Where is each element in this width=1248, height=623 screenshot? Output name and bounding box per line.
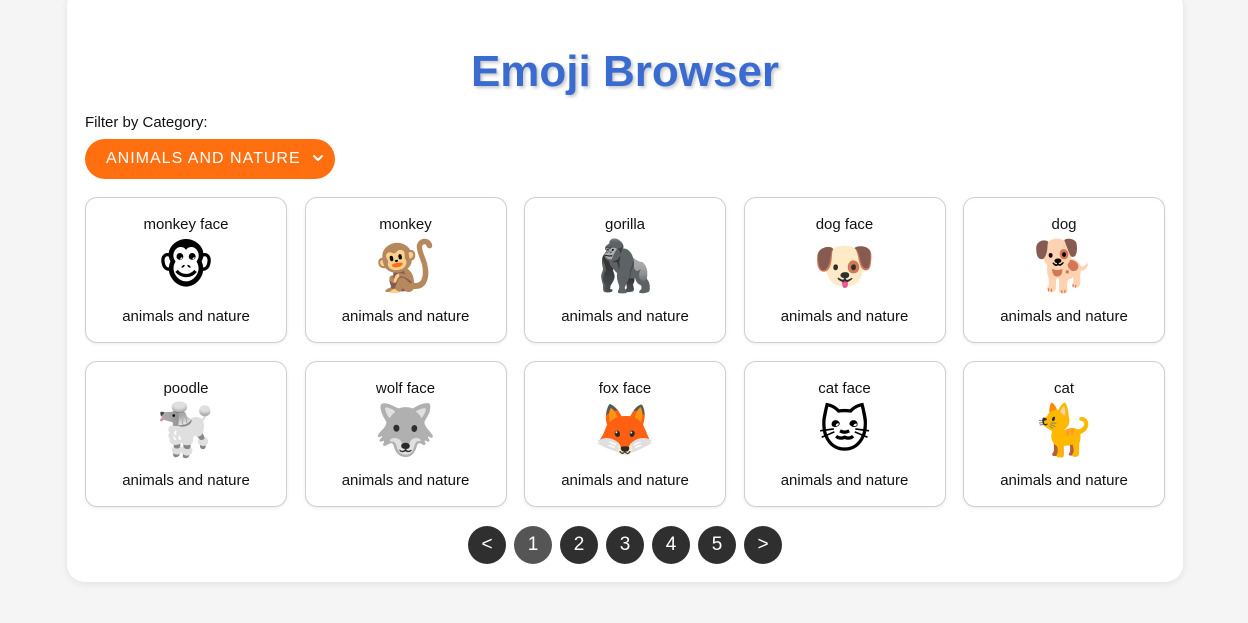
cat-face-emoji-icon: 🐱 <box>818 402 871 458</box>
emoji-name: fox face <box>598 380 652 397</box>
emoji-name: poodle <box>163 380 209 397</box>
category-select-value: ANIMALS AND NATURE <box>106 150 301 167</box>
emoji-category: animals and nature <box>561 308 689 325</box>
emoji-category: animals and nature <box>780 472 909 489</box>
emoji-name: cat <box>1053 380 1074 397</box>
emoji-name: dog face <box>815 216 874 233</box>
next-page-button[interactable]: > <box>744 526 782 564</box>
emoji-category: animals and nature <box>341 472 470 489</box>
emoji-card[interactable]: dog 🐕 animals and nature <box>963 197 1165 343</box>
emoji-name: cat face <box>818 380 871 397</box>
filter-label: Filter by Category: <box>85 114 208 131</box>
dog-face-emoji-icon: 🐶 <box>813 238 876 294</box>
poodle-emoji-icon: 🐩 <box>154 402 218 458</box>
main-container: Emoji Browser Filter by Category: ANIMAL… <box>67 0 1183 582</box>
page-button-4[interactable]: 4 <box>652 526 690 564</box>
emoji-card[interactable]: cat 🐈 animals and nature <box>963 361 1165 507</box>
wolf-face-emoji-icon: 🐺 <box>374 402 437 458</box>
emoji-card[interactable]: poodle 🐩 animals and nature <box>85 361 287 507</box>
page-button-1[interactable]: 1 <box>514 526 552 564</box>
emoji-grid: monkey face 🐵 animals and nature monkey … <box>85 197 1165 507</box>
monkey-emoji-icon: 🐒 <box>374 238 437 294</box>
gorilla-emoji-icon: 🦍 <box>593 238 657 294</box>
fox-face-emoji-icon: 🦊 <box>593 402 657 458</box>
page-button-5[interactable]: 5 <box>698 526 736 564</box>
emoji-card[interactable]: monkey 🐒 animals and nature <box>304 197 507 343</box>
page-button-3[interactable]: 3 <box>606 526 644 564</box>
emoji-name: gorilla <box>604 216 646 233</box>
emoji-category: animals and nature <box>780 308 909 325</box>
emoji-name: dog <box>1051 216 1077 233</box>
emoji-category: animals and nature <box>1000 308 1128 325</box>
emoji-card[interactable]: dog face 🐶 animals and nature <box>743 197 946 343</box>
chevron-down-icon <box>313 155 323 161</box>
prev-page-button[interactable]: < <box>468 526 506 564</box>
emoji-category: animals and nature <box>122 472 250 489</box>
dog-emoji-icon: 🐕 <box>1032 238 1096 294</box>
emoji-card[interactable]: wolf face 🐺 animals and nature <box>304 361 507 507</box>
page-button-2[interactable]: 2 <box>560 526 598 564</box>
emoji-card[interactable]: cat face 🐱 animals and nature <box>743 361 946 507</box>
emoji-name: monkey face <box>143 216 229 233</box>
category-select[interactable]: ANIMALS AND NATURE <box>85 139 335 179</box>
emoji-card[interactable]: monkey face 🐵 animals and nature <box>85 197 287 343</box>
emoji-card[interactable]: fox face 🦊 animals and nature <box>524 361 726 507</box>
emoji-category: animals and nature <box>122 308 250 325</box>
monkey-face-emoji-icon: 🐵 <box>157 238 215 294</box>
page-title: Emoji Browser <box>470 47 780 96</box>
pagination: < 1 2 3 4 5 > <box>67 526 1183 564</box>
emoji-card[interactable]: gorilla 🦍 animals and nature <box>524 197 726 343</box>
emoji-category: animals and nature <box>341 308 470 325</box>
emoji-name: monkey <box>379 216 432 233</box>
emoji-name: wolf face <box>375 380 436 397</box>
emoji-category: animals and nature <box>561 472 689 489</box>
emoji-category: animals and nature <box>1000 472 1128 489</box>
cat-emoji-icon: 🐈 <box>1032 402 1096 458</box>
